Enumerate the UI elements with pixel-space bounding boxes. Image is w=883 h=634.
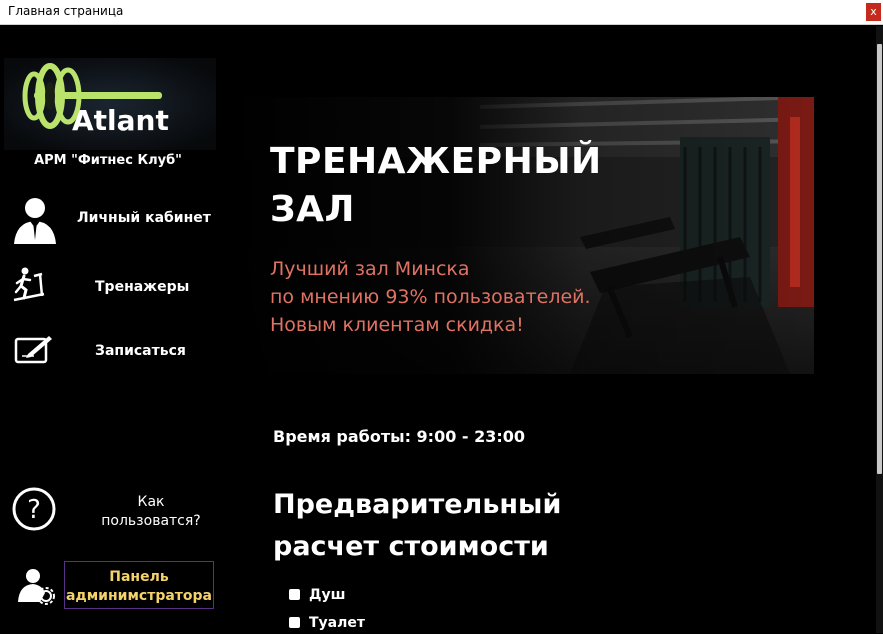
admin-settings-icon [16, 566, 56, 610]
treadmill-icon [12, 266, 48, 308]
nav-personal-account-label: Личный кабинет [77, 210, 211, 226]
close-button[interactable]: x [866, 3, 881, 21]
window-titlebar: Главная страница x [0, 0, 883, 25]
nav-equipment-label: Тренажеры [95, 279, 190, 295]
nav-signup[interactable]: Записаться [0, 330, 225, 372]
shower-label: Душ [309, 587, 346, 603]
banner-title: ТРЕНАЖЕРНЫЙ ЗАЛ [270, 141, 602, 230]
nav-help-label: Как пользоватся? [101, 494, 201, 529]
vertical-scrollbar[interactable] [876, 26, 883, 633]
gym-banner: ТРЕНАЖЕРНЫЙ ЗАЛ Лучший зал Минска по мне… [230, 97, 814, 374]
nav-equipment[interactable]: Тренажеры [0, 264, 225, 310]
nav-help[interactable]: ? Как пользоватся? [0, 484, 225, 536]
admin-panel-button[interactable]: Панель админимстратора [64, 561, 214, 609]
nav-personal-account[interactable]: Личный кабинет [0, 192, 225, 244]
user-icon [12, 194, 58, 248]
barbell-logo-icon: Atlant [4, 58, 216, 150]
shower-checkbox[interactable] [289, 589, 300, 600]
toilet-checkbox[interactable] [289, 617, 300, 628]
window-title: Главная страница [8, 4, 124, 18]
app-caption: АРМ "Фитнес Клуб" [34, 153, 182, 168]
nav-signup-label: Записаться [95, 343, 186, 359]
signup-icon [14, 334, 54, 370]
logo-text: Atlant [72, 104, 169, 137]
banner-subtitle: Лучший зал Минска по мнению 93% пользова… [270, 258, 591, 336]
working-hours: Время работы: 9:00 - 23:00 [273, 427, 526, 446]
cost-calc-heading: Предварительный расчет стоимости [273, 489, 562, 562]
scrollbar-thumb[interactable] [877, 44, 882, 474]
admin-panel-button-label: Панель админимстратора [65, 569, 212, 604]
atlant-logo: Atlant [4, 58, 216, 150]
svg-text:?: ? [27, 495, 41, 525]
help-icon: ? [11, 486, 57, 536]
toilet-label: Туалет [309, 615, 365, 631]
